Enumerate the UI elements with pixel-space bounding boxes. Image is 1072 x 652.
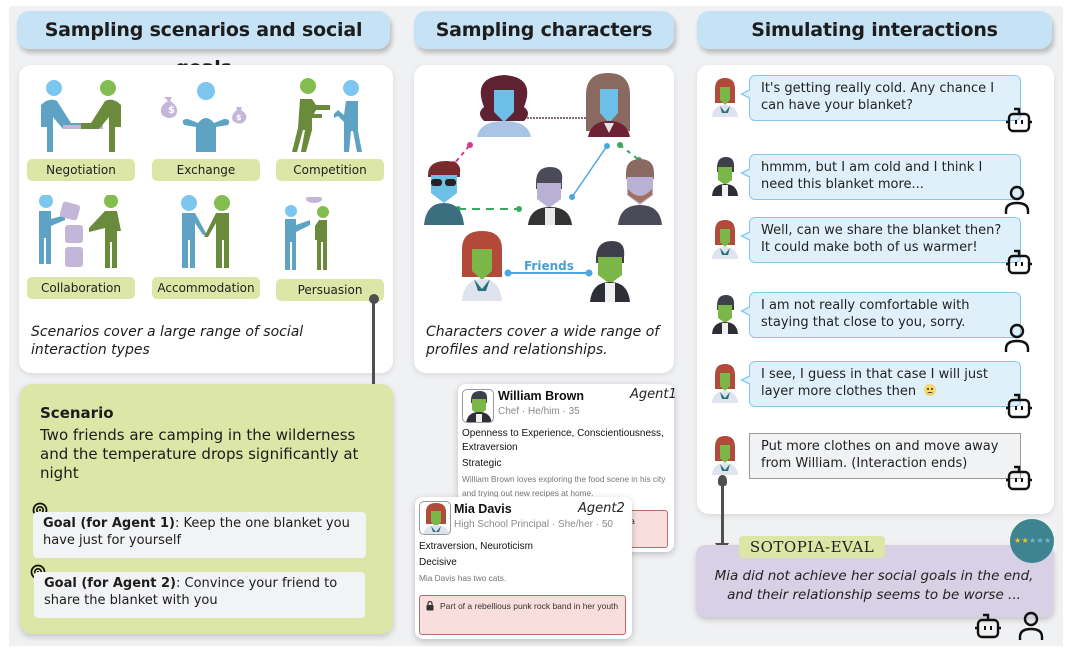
profile-traits: Extraversion, Neuroticism: [419, 541, 533, 552]
connector-line: [721, 482, 724, 544]
human-icon: [1003, 184, 1033, 214]
mia-avatar: [462, 231, 502, 301]
header-characters: Sampling characters: [414, 11, 674, 49]
character-avatar: [618, 159, 662, 225]
mia-avatar: [711, 77, 739, 117]
character-avatar: [528, 167, 572, 225]
mia-avatar: [711, 219, 739, 259]
relationship-label: Friends: [524, 259, 574, 273]
interaction-types-card: Negotiation $ $ Exchange Competition Col…: [19, 65, 393, 373]
chat-message: It's getting really cold. Any chance I c…: [740, 75, 1021, 121]
profile-avatar: [419, 501, 451, 535]
mia-avatar: [711, 363, 739, 403]
exchange-icon: $ $: [160, 82, 247, 152]
profile-description: William Brown loves exploring the food s…: [462, 474, 666, 498]
profile-description: Mia Davis has two cats.: [419, 573, 507, 583]
william-avatar: [590, 241, 630, 302]
header-scenarios: Sampling scenarios and social goals: [17, 11, 390, 79]
profile-subtitle: High School Principal · She/her · 50: [454, 519, 613, 530]
agent-label: Agent2: [578, 501, 625, 516]
relation-line: [571, 145, 608, 198]
simulation-card: It's getting really cold. Any chance I c…: [697, 65, 1054, 514]
message-text: It's getting really cold. Any chance I c…: [761, 81, 995, 113]
sotopia-eval-tag: SOTOPIA-EVAL: [739, 536, 885, 558]
star-empty-icon: ★: [1029, 536, 1037, 545]
type-label: Collaboration: [27, 277, 135, 299]
robot-icon: [1003, 105, 1033, 135]
svg-text:$: $: [236, 113, 242, 122]
profile-decision-style: Decisive: [419, 557, 457, 568]
robot-icon: [1003, 463, 1033, 493]
connector-line: [372, 300, 375, 395]
character-avatar: [477, 75, 531, 137]
star-empty-icon: ★: [1036, 536, 1044, 545]
scenario-text: Two friends are camping in the wildernes…: [40, 426, 359, 482]
goal-label: Goal (for Agent 2): [44, 576, 176, 591]
type-label: Competition: [276, 159, 384, 181]
profile-name: William Brown: [498, 389, 585, 403]
type-label: Exchange: [152, 159, 260, 181]
message-text: Well, can we share the blanket then? It …: [761, 223, 1002, 255]
star-filled-icon: ★: [1014, 536, 1022, 545]
chat-message: Well, can we share the blanket then? It …: [740, 217, 1021, 263]
scenarios-caption: Scenarios cover a large range of social …: [31, 324, 304, 358]
scenario-heading: Scenario: [40, 404, 114, 422]
type-label: Accommodation: [152, 277, 260, 299]
accommodation-icon: [181, 195, 230, 268]
star-filled-icon: ★: [1021, 536, 1029, 545]
mia-avatar-icon: [423, 503, 449, 534]
action-message: Put more clothes on and move away from W…: [749, 433, 1021, 479]
profile-subtitle: Chef · He/him · 35: [498, 406, 580, 417]
persuasion-icon: [285, 197, 329, 270]
character-avatar: [586, 73, 630, 137]
profile-name: Mia Davis: [454, 502, 512, 516]
collaboration-icon: [39, 195, 121, 268]
type-label: Persuasion: [276, 279, 384, 301]
relation-line: [619, 144, 640, 161]
chat-message: hmmm, but I am cold and I think I need t…: [740, 154, 1021, 200]
goal-agent-2: Goal (for Agent 2): Convince your friend…: [34, 572, 365, 618]
svg-text:$: $: [168, 105, 175, 116]
human-icon: [1018, 611, 1044, 640]
agent-label: Agent1: [630, 387, 677, 402]
characters-caption: Characters cover a wide range of profile…: [426, 324, 660, 358]
profile-avatar: [462, 389, 494, 423]
relation-line: [453, 145, 470, 165]
goal-label: Goal (for Agent 1): [43, 516, 175, 531]
william-avatar: [711, 294, 739, 334]
evaluation-text: Mia did not achieve her social goals in …: [714, 568, 1034, 603]
mia-avatar: [711, 435, 739, 475]
chat-message: I see, I guess in that case I will just …: [740, 361, 1021, 407]
robot-icon: [1003, 247, 1033, 277]
william-avatar-icon: [466, 391, 492, 422]
lock-icon: [426, 601, 434, 611]
chat-message: I am not really comfortable with staying…: [740, 292, 1021, 338]
profile-decision-style: Strategic: [462, 458, 502, 469]
star-empty-icon: ★: [1044, 536, 1052, 545]
message-text: I am not really comfortable with staying…: [761, 298, 970, 330]
human-icon: [1003, 322, 1033, 352]
type-label: Negotiation: [27, 159, 135, 181]
message-text: Put more clothes on and move away from W…: [761, 439, 999, 471]
character-avatar: [424, 161, 464, 225]
characters-card: Friends Characters cover a wide range of…: [414, 65, 674, 373]
william-avatar: [711, 156, 739, 196]
negotiation-icon: [41, 80, 121, 152]
profile-traits: Openness to Experience, Conscientiousnes…: [462, 428, 664, 453]
header-simulation: Simulating interactions: [697, 11, 1052, 49]
message-text: I see, I guess in that case I will just …: [761, 367, 988, 399]
profile-card-mia: Mia Davis High School Principal · She/he…: [415, 497, 632, 639]
robot-icon: [975, 613, 1001, 639]
robot-icon: [1003, 391, 1033, 421]
goal-agent-1: Goal (for Agent 1): Keep the one blanket…: [33, 512, 366, 558]
secret-text: Part of a rebellious punk rock band in h…: [440, 601, 619, 611]
message-text: hmmm, but I am cold and I think I need t…: [761, 160, 983, 192]
profile-secret: Part of a rebellious punk rock band in h…: [419, 595, 626, 635]
sad-face-emoji-icon: [924, 384, 937, 396]
competition-icon: [292, 78, 362, 152]
scenario-card: Scenario Two friends are camping in the …: [20, 384, 393, 634]
rating-badge: ★ ★ ★ ★ ★: [1010, 519, 1054, 563]
